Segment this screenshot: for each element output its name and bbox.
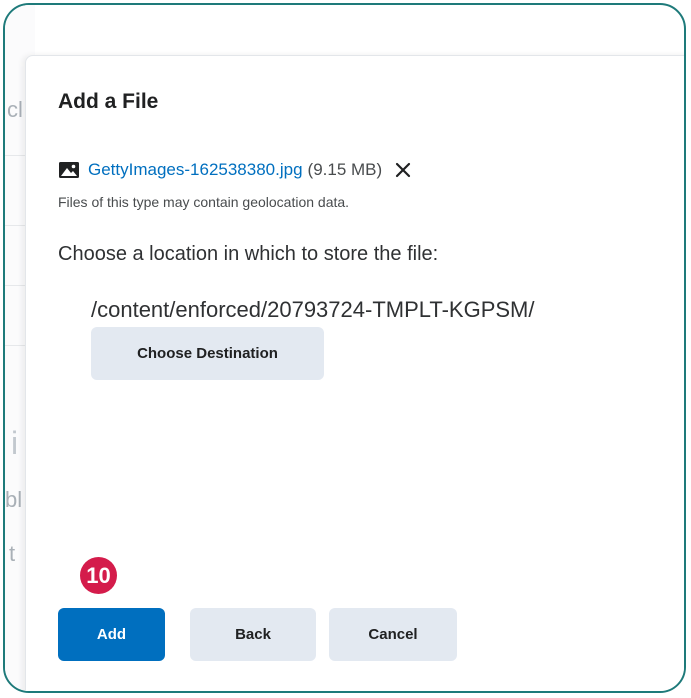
step-number-badge: 10 xyxy=(80,557,117,594)
destination-path: /content/enforced/20793724-TMPLT-KGPSM/ xyxy=(91,297,535,322)
add-button[interactable]: Add xyxy=(58,608,165,661)
background-text: t xyxy=(9,541,16,566)
file-name-link[interactable]: GettyImages-162538380.jpg xyxy=(88,160,303,180)
image-icon xyxy=(59,162,79,178)
file-size: (9.15 MB) xyxy=(307,160,383,179)
choose-destination-button[interactable]: Choose Destination xyxy=(91,327,324,380)
selected-file-row: GettyImages-162538380.jpg (9.15 MB) xyxy=(58,160,412,180)
background-text: cl xyxy=(7,97,23,122)
choose-location-label: Choose a location in which to store the … xyxy=(58,243,439,265)
background-text: i xyxy=(11,425,19,461)
geolocation-note: Files of this type may contain geolocati… xyxy=(58,194,350,210)
dialog-title: Add a File xyxy=(58,90,159,113)
close-icon[interactable] xyxy=(394,161,412,179)
cancel-button[interactable]: Cancel xyxy=(329,608,457,661)
background-text: bl xyxy=(5,487,23,512)
back-button[interactable]: Back xyxy=(190,608,316,661)
